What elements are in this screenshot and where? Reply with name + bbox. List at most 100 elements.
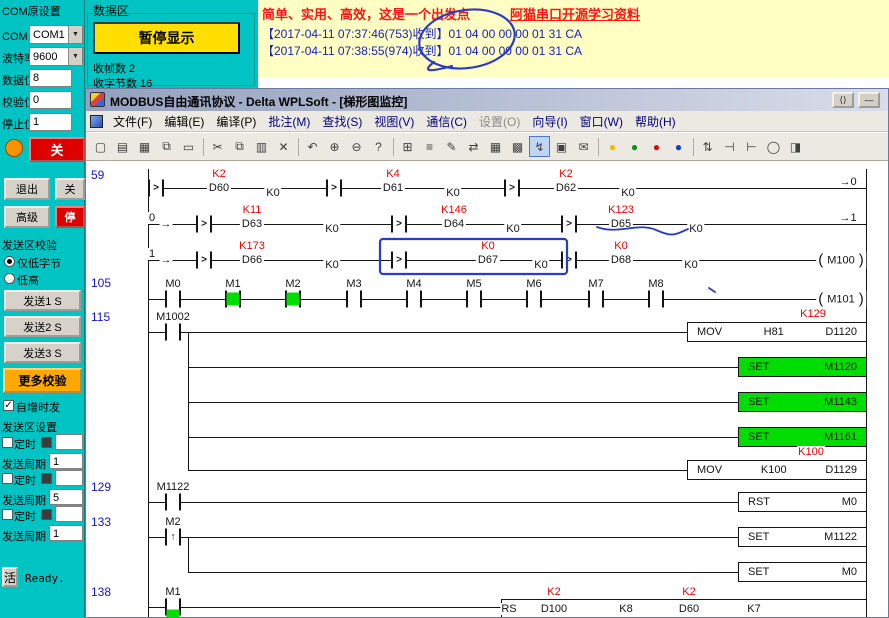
compare-contact[interactable]: > [391, 216, 407, 233]
delete-icon[interactable]: ✕ [273, 136, 294, 157]
menu-search[interactable]: 查找(S) [316, 111, 368, 132]
com-port-select[interactable]: COM1 ▼ [29, 25, 83, 44]
close-secondary-button[interactable]: 关 [55, 178, 85, 200]
timer3-checkbox[interactable] [2, 509, 13, 520]
calculator-icon[interactable]: ▩ [507, 136, 528, 157]
title-bar[interactable]: MODBUS自由通讯协议 - Delta WPLSoft - [梯形图监控] ⟨… [86, 89, 888, 111]
instruction-box[interactable]: SETM0 [738, 562, 867, 582]
print-icon[interactable]: ▭ [178, 136, 199, 157]
window-minimize-button[interactable]: — [858, 92, 880, 108]
help-icon[interactable]: ? [368, 136, 389, 157]
stop-button[interactable]: 停 [55, 206, 85, 228]
timer3-enable-checkbox[interactable] [41, 509, 52, 520]
cut-icon[interactable]: ✂ [207, 136, 228, 157]
instruction-box[interactable]: MOVK100D1129 [687, 460, 867, 480]
exit-button[interactable]: 退出 [4, 178, 50, 200]
timer1-checkbox[interactable] [2, 437, 13, 448]
menu-window[interactable]: 窗口(W) [574, 111, 629, 132]
send1-button[interactable]: 发送1 S [4, 290, 81, 311]
contact-nc-icon[interactable]: ⊢ [741, 136, 762, 157]
contact-no-icon[interactable]: ⊣ [719, 136, 740, 157]
send2-button[interactable]: 发送2 S [4, 316, 81, 337]
new-file-icon[interactable]: ▢ [90, 136, 111, 157]
compare-contact[interactable]: > [561, 216, 577, 233]
instruction-list-icon[interactable]: ≡ [419, 136, 440, 157]
chevron-down-icon[interactable]: ▼ [68, 48, 82, 65]
zoom-in-icon[interactable]: ⊕ [324, 136, 345, 157]
stop-bits-field[interactable]: 1 [29, 113, 72, 131]
period3-field[interactable]: 1 [49, 525, 83, 541]
set-instruction-box[interactable]: SETM1143 [738, 392, 867, 412]
stop-icon[interactable]: ● [646, 136, 667, 157]
save-icon[interactable]: ▦ [134, 136, 155, 157]
paste-icon[interactable]: ▥ [251, 136, 272, 157]
contact[interactable] [526, 291, 542, 308]
period1-field[interactable]: 1 [49, 453, 83, 469]
comment-icon[interactable]: ✎ [441, 136, 462, 157]
auto-increment-checkbox[interactable] [3, 400, 14, 411]
timer2-enable-checkbox[interactable] [41, 473, 52, 484]
radio-low-high[interactable] [4, 273, 15, 284]
rising-edge-contact[interactable]: ↑ [165, 529, 181, 546]
compare-contact[interactable]: > [326, 180, 342, 197]
compare-contact[interactable]: > [391, 252, 407, 269]
zoom-out-icon[interactable]: ⊖ [346, 136, 367, 157]
undo-icon[interactable]: ↶ [302, 136, 323, 157]
data-bits-field[interactable]: 8 [29, 69, 72, 87]
radio-low-byte-only[interactable] [4, 256, 15, 267]
chevron-down-icon[interactable]: ▼ [68, 26, 82, 43]
close-port-button[interactable]: 关 [29, 137, 85, 162]
timer2-field[interactable] [55, 470, 83, 486]
message-icon[interactable]: ✉ [573, 136, 594, 157]
app-switch-icon[interactable]: ◨ [785, 136, 806, 157]
contact[interactable] [466, 291, 482, 308]
contact[interactable] [165, 494, 181, 511]
timer1-enable-checkbox[interactable] [41, 437, 52, 448]
contact[interactable] [588, 291, 604, 308]
baud-rate-select[interactable]: 9600 ▼ [29, 47, 83, 66]
instruction-box[interactable]: SETM1122 [738, 527, 867, 547]
advanced-button[interactable]: 高级 [4, 206, 50, 228]
timer2-checkbox[interactable] [2, 473, 13, 484]
contact[interactable] [165, 291, 181, 308]
menu-file[interactable]: 文件(F) [107, 111, 158, 132]
pause-display-button[interactable]: 暂停显示 [93, 22, 240, 54]
save-all-icon[interactable]: ⧉ [156, 136, 177, 157]
contact[interactable] [406, 291, 422, 308]
output-coil[interactable]: (M100) [816, 252, 866, 269]
output-coil[interactable]: (M101) [816, 291, 866, 308]
monitor-icon[interactable]: ↯ [529, 136, 550, 157]
menu-compile[interactable]: 编译(P) [210, 111, 262, 132]
contact[interactable] [648, 291, 664, 308]
copy-icon[interactable]: ⧉ [229, 136, 250, 157]
coil-icon[interactable]: ◯ [763, 136, 784, 157]
compare-contact[interactable]: > [504, 180, 520, 197]
period2-field[interactable]: 5 [49, 489, 83, 505]
menu-comment[interactable]: 批注(M) [262, 111, 316, 132]
timer3-field[interactable] [55, 506, 83, 522]
contact[interactable] [346, 291, 362, 308]
menu-settings[interactable]: 设置(O) [473, 111, 526, 132]
parity-field[interactable]: 0 [29, 91, 72, 109]
menu-communication[interactable]: 通信(C) [420, 111, 473, 132]
send3-button[interactable]: 发送3 S [4, 342, 81, 363]
timer1-field[interactable] [55, 434, 83, 450]
compare-contact[interactable]: > [561, 252, 577, 269]
menu-edit[interactable]: 编辑(E) [158, 111, 210, 132]
globe-green-icon[interactable]: ● [624, 136, 645, 157]
table-view-icon[interactable]: ▦ [485, 136, 506, 157]
menu-wizard[interactable]: 向导(I) [526, 111, 573, 132]
set-instruction-box[interactable]: SETM1161 [738, 427, 867, 447]
device-monitor-icon[interactable]: ▣ [551, 136, 572, 157]
compare-contact[interactable]: > [196, 252, 212, 269]
contact[interactable] [165, 324, 181, 341]
open-file-icon[interactable]: ▤ [112, 136, 133, 157]
receive-log[interactable]: 简单、实用、高效，这是一个出发点 阿猫串口开源学习资料 【2017-04-11 … [258, 0, 889, 77]
compare-contact[interactable]: > [148, 180, 164, 197]
instruction-box[interactable]: MOVH81D1120 [687, 322, 867, 342]
compare-icon[interactable]: ⇄ [463, 136, 484, 157]
set-instruction-box[interactable]: SETM1120 [738, 357, 867, 377]
menu-view[interactable]: 视图(V) [368, 111, 420, 132]
menu-help[interactable]: 帮助(H) [629, 111, 682, 132]
ladder-view-icon[interactable]: ⊞ [397, 136, 418, 157]
